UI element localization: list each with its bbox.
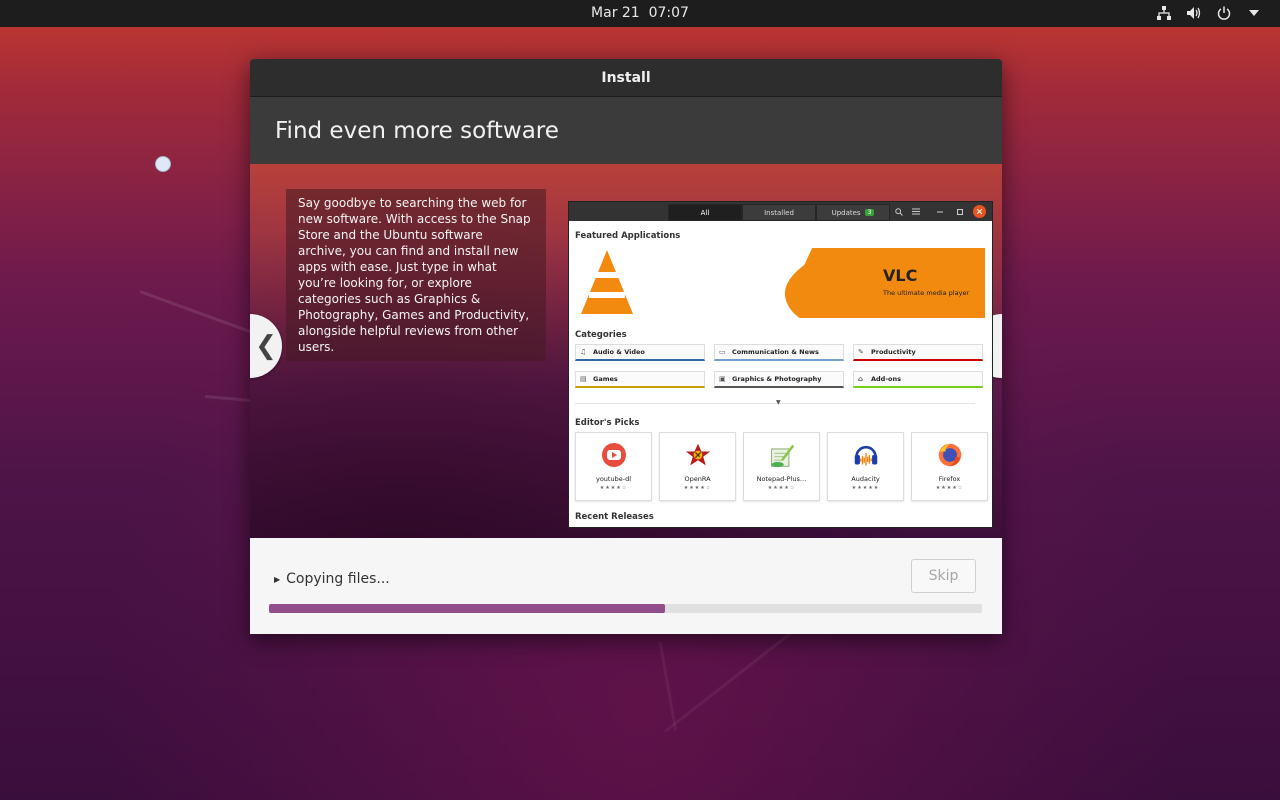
editors-picks: youtube-dl ★★★★☆ OpenRA ★★★★☆ Notepad-Pl… <box>575 432 988 501</box>
category-audio-video: ♫ Audio & Video <box>575 344 705 361</box>
store-tab-updates: Updates 3 <box>816 204 890 221</box>
store-tab-label: All <box>700 208 710 217</box>
volume-icon[interactable] <box>1186 5 1202 21</box>
pick-rating: ★★★★☆ <box>935 485 964 491</box>
categories-title: Categories <box>575 330 627 340</box>
pick-name: youtube-dl <box>595 475 631 483</box>
updates-badge: 3 <box>864 209 875 216</box>
banner-title: VLC <box>883 266 918 285</box>
image-icon: ▣ <box>719 375 726 383</box>
music-note-icon: ♫ <box>580 348 587 356</box>
pick-name: Firefox <box>938 475 961 483</box>
youtube-icon <box>601 442 627 468</box>
category-label: Add-ons <box>871 375 901 383</box>
pick-audacity: Audacity ★★★★★ <box>827 432 904 501</box>
pick-name: Notepad-Plus… <box>756 475 807 483</box>
pick-name: OpenRA <box>684 475 711 483</box>
store-tab-installed: Installed <box>742 204 816 221</box>
close-icon <box>973 205 986 218</box>
progress-fill <box>269 604 665 613</box>
power-icon[interactable] <box>1216 5 1232 21</box>
pick-youtube-dl: youtube-dl ★★★★☆ <box>575 432 652 501</box>
recent-releases-title: Recent Releases <box>575 512 654 522</box>
banner-subtitle: The ultimate media player <box>883 289 970 297</box>
category-label: Productivity <box>871 348 916 356</box>
installer-window: Install Find even more software Say good… <box>250 59 1002 634</box>
editors-picks-title: Editor's Picks <box>575 418 640 428</box>
games-icon: ▤ <box>580 375 587 383</box>
category-communication-news: ▭ Communication & News <box>714 344 844 361</box>
vlc-cone-stripe <box>595 272 619 278</box>
pick-firefox: Firefox ★★★★☆ <box>911 432 988 501</box>
menu-arrow-icon[interactable] <box>1246 5 1262 21</box>
previous-slide-button[interactable]: ❮ <box>250 314 282 378</box>
category-add-ons: ⌂ Add-ons <box>853 371 983 388</box>
categories-divider <box>575 403 975 404</box>
skip-button[interactable]: Skip <box>911 559 976 593</box>
hamburger-menu-icon <box>909 205 922 218</box>
expand-arrow-icon: ▼ <box>776 399 781 406</box>
pencil-icon: ✎ <box>858 348 864 356</box>
vlc-cone-stripe <box>589 292 625 298</box>
category-label: Graphics & Photography <box>732 375 822 383</box>
slide-description: Say goodbye to searching the web for new… <box>286 189 546 361</box>
pick-rating: ★★★★☆ <box>599 485 628 491</box>
wallpaper-line <box>658 641 678 731</box>
store-tabs: All Installed Updates 3 <box>668 204 890 221</box>
pick-rating: ★★★★★ <box>851 485 880 491</box>
system-tray[interactable] <box>1156 5 1262 21</box>
pick-rating: ★★★★☆ <box>767 485 796 491</box>
store-tab-label: Updates <box>831 208 861 217</box>
minimize-icon <box>933 205 946 218</box>
addon-icon: ⌂ <box>858 375 864 383</box>
desktop-cursor-icon <box>155 156 171 172</box>
firefox-icon <box>937 442 963 468</box>
chat-icon: ▭ <box>719 348 726 356</box>
featured-banner: VLC The ultimate media player <box>575 248 985 318</box>
openra-icon <box>685 442 711 468</box>
progress-bar <box>269 604 982 613</box>
store-headerbar: All Installed Updates 3 <box>569 202 992 221</box>
status-text: Copying files... <box>286 571 390 587</box>
software-store-screenshot: All Installed Updates 3 Featured Applica… <box>568 201 993 528</box>
search-icon <box>892 205 905 218</box>
store-tab-label: Installed <box>764 208 794 217</box>
pick-rating: ★★★★☆ <box>683 485 712 491</box>
pick-notepad-plus: Notepad-Plus… ★★★★☆ <box>743 432 820 501</box>
install-progress-area: ▶ Copying files... Skip <box>250 538 1002 634</box>
window-title: Install <box>250 59 1002 97</box>
notepad-icon <box>769 442 795 468</box>
slide-heading: Find even more software <box>250 97 1002 164</box>
category-label: Communication & News <box>732 348 819 356</box>
status-expander[interactable]: ▶ Copying files... <box>274 571 390 587</box>
category-productivity: ✎ Productivity <box>853 344 983 361</box>
vlc-cone-icon <box>581 250 633 314</box>
slideshow: Say goodbye to searching the web for new… <box>250 164 1002 538</box>
slide-heading-text: Find even more software <box>275 117 559 144</box>
category-label: Games <box>593 375 618 383</box>
network-icon[interactable] <box>1156 5 1172 21</box>
category-graphics-photography: ▣ Graphics & Photography <box>714 371 844 388</box>
audacity-icon <box>853 442 879 468</box>
store-tab-all: All <box>668 204 742 221</box>
category-games: ▤ Games <box>575 371 705 388</box>
top-bar: Mar 21 07:07 <box>0 0 1280 27</box>
pick-name: Audacity <box>851 475 880 483</box>
expander-arrow-icon[interactable]: ▶ <box>274 575 280 584</box>
category-label: Audio & Video <box>593 348 645 356</box>
maximize-icon <box>953 205 966 218</box>
pick-openra: OpenRA ★★★★☆ <box>659 432 736 501</box>
clock[interactable]: Mar 21 07:07 <box>0 5 1280 21</box>
featured-title: Featured Applications <box>575 231 681 241</box>
